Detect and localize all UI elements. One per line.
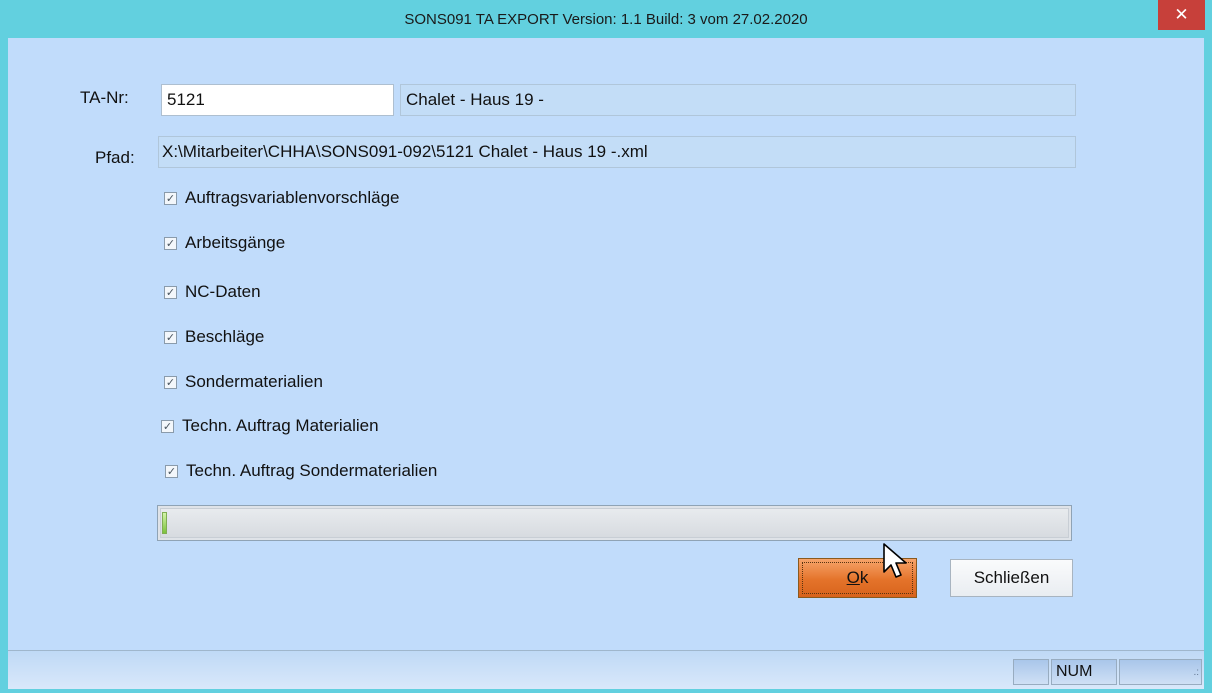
- option-auftragsvariablenvorschlaege[interactable]: ✓ Auftragsvariablenvorschläge: [164, 187, 400, 209]
- option-label: Techn. Auftrag Sondermaterialien: [186, 461, 438, 480]
- num-lock-indicator: NUM: [1051, 659, 1117, 685]
- option-label: Beschläge: [185, 327, 265, 346]
- checkbox[interactable]: ✓: [165, 464, 178, 478]
- option-label: NC-Daten: [185, 282, 261, 301]
- checkbox[interactable]: ✓: [164, 285, 177, 299]
- option-techn-auftrag-sondermaterialien[interactable]: ✓ Techn. Auftrag Sondermaterialien: [165, 460, 437, 482]
- close-icon: ✕: [1174, 5, 1189, 24]
- option-label: Sondermaterialien: [185, 372, 323, 391]
- mouse-pointer-icon: [883, 543, 907, 578]
- option-label: Auftragsvariablenvorschläge: [185, 188, 400, 207]
- option-sondermaterialien[interactable]: ✓ Sondermaterialien: [164, 371, 323, 393]
- status-pane-empty: [1013, 659, 1049, 685]
- ta-description-field: Chalet - Haus 19 -: [400, 84, 1076, 116]
- app-window: SONS091 TA EXPORT Version: 1.1 Build: 3 …: [0, 0, 1212, 693]
- checkbox[interactable]: ✓: [164, 236, 177, 250]
- ta-nr-input[interactable]: 5121: [161, 84, 394, 116]
- checkbox[interactable]: ✓: [161, 419, 174, 433]
- status-bar: NUM .:: [8, 650, 1204, 689]
- option-arbeitsgaenge[interactable]: ✓ Arbeitsgänge: [164, 232, 285, 254]
- resize-grip-icon[interactable]: .:: [1185, 668, 1199, 682]
- checkbox[interactable]: ✓: [164, 191, 177, 205]
- option-nc-daten[interactable]: ✓ NC-Daten: [164, 281, 261, 303]
- option-label: Techn. Auftrag Materialien: [182, 416, 379, 435]
- checkbox[interactable]: ✓: [164, 375, 177, 389]
- progress-track: [160, 508, 1069, 538]
- checkbox[interactable]: ✓: [164, 330, 177, 344]
- pfad-field: X:\Mitarbeiter\CHHA\SONS091-092\5121 Cha…: [158, 136, 1076, 168]
- export-progress-bar: [157, 505, 1072, 541]
- close-window-button[interactable]: ✕: [1158, 0, 1205, 30]
- schliessen-button[interactable]: Schließen: [950, 559, 1073, 597]
- dialog-body: TA-Nr: 5121 Chalet - Haus 19 - Pfad: X:\…: [8, 38, 1204, 650]
- option-techn-auftrag-materialien[interactable]: ✓ Techn. Auftrag Materialien: [161, 415, 379, 437]
- pfad-label: Pfad:: [95, 148, 135, 167]
- window-title: SONS091 TA EXPORT Version: 1.1 Build: 3 …: [404, 11, 808, 28]
- status-pane-grip: .:: [1119, 659, 1202, 685]
- option-beschlaege[interactable]: ✓ Beschläge: [164, 326, 264, 348]
- progress-fill: [162, 512, 167, 534]
- title-bar[interactable]: SONS091 TA EXPORT Version: 1.1 Build: 3 …: [0, 0, 1212, 38]
- ta-nr-label: TA-Nr:: [80, 88, 129, 107]
- option-label: Arbeitsgänge: [185, 233, 286, 252]
